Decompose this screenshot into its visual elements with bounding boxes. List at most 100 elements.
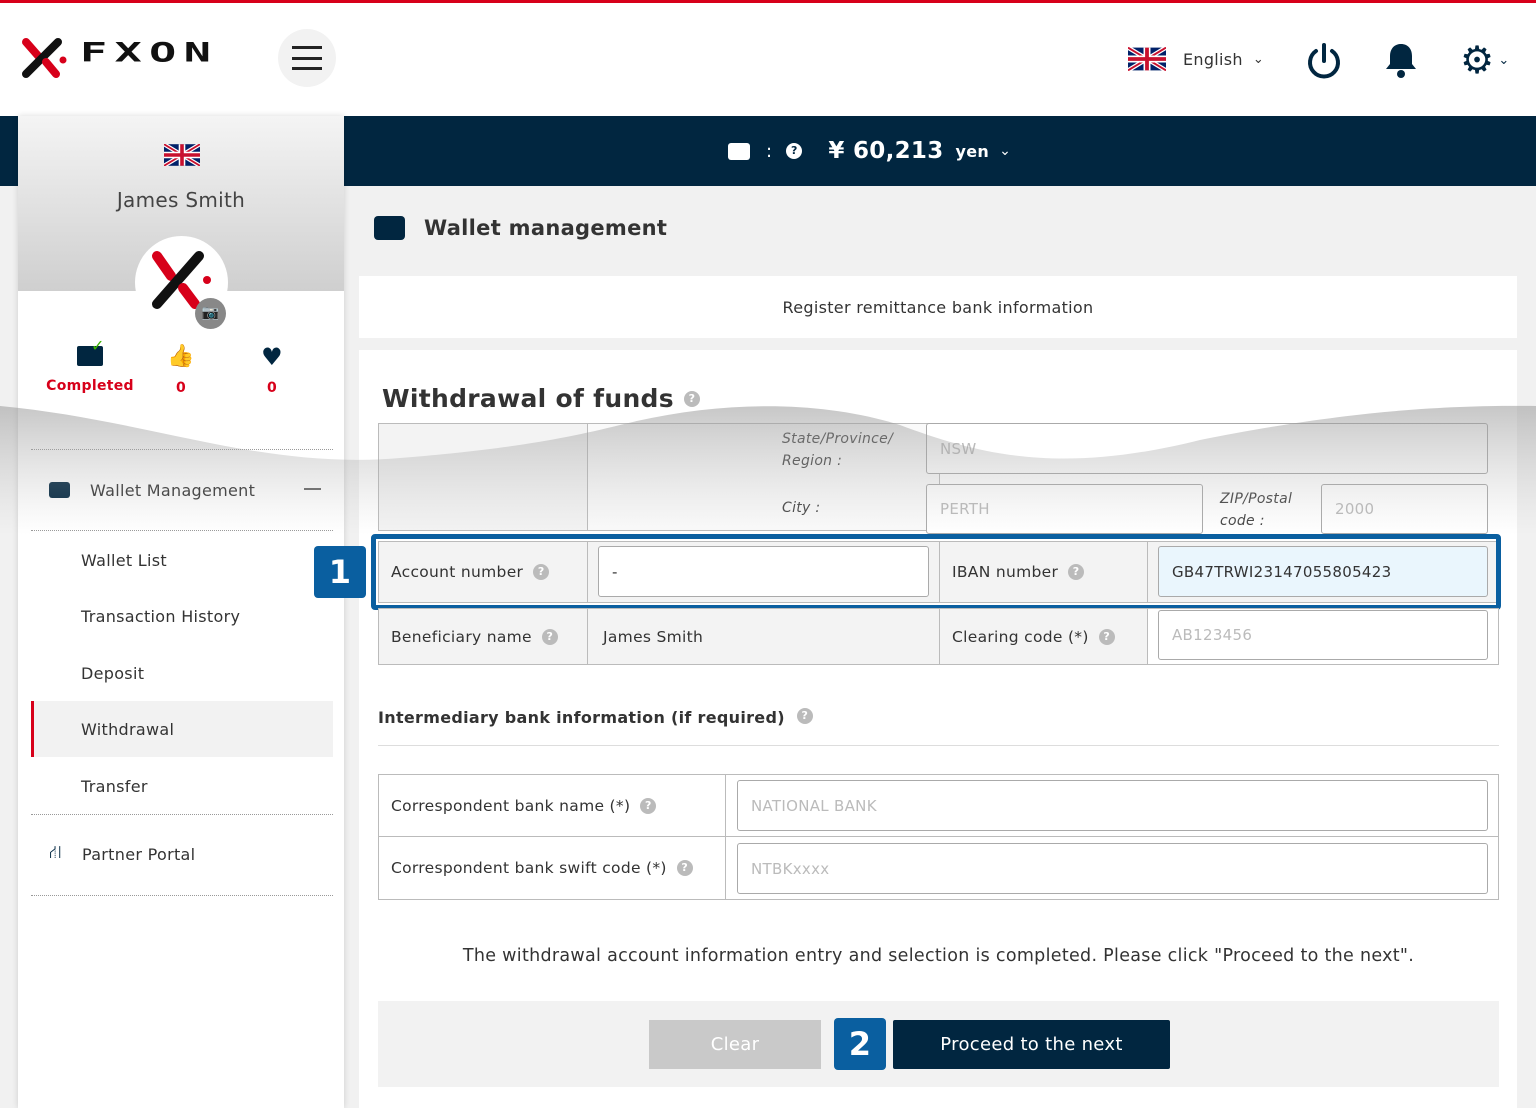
chevron-down-icon: ⌄ [1498, 52, 1510, 68]
menu-button[interactable] [278, 29, 336, 87]
page-title: Wallet management [374, 216, 667, 240]
chevron-down-icon: ⌄ [999, 143, 1012, 159]
zip-input[interactable]: 2000 [1321, 484, 1488, 534]
help-icon: ? [786, 143, 803, 159]
beneficiary-value: James Smith [587, 608, 940, 665]
id-card-check-icon: ✓ [77, 336, 104, 366]
sidebar-section-label: Wallet Management [90, 480, 256, 500]
sidebar-item-label: Deposit [81, 663, 145, 683]
label-text: Clearing code (*) [952, 627, 1089, 646]
sidebar-item-wallet-list[interactable]: Wallet List [31, 542, 333, 578]
sidebar-wallet-management[interactable]: Wallet Management [31, 472, 333, 508]
help-icon[interactable]: ? [541, 628, 558, 645]
sidebar-item-label: Transaction History [81, 606, 241, 626]
clearing-placeholder: AB123456 [1172, 626, 1253, 644]
city-input[interactable]: PERTH [926, 484, 1203, 534]
clearing-code-input[interactable]: AB123456 [1158, 610, 1488, 660]
beneficiary-text: James Smith [603, 627, 704, 646]
zip-value: 2000 [1335, 500, 1375, 518]
clear-button[interactable]: Clear [649, 1020, 821, 1069]
menu-icon [292, 46, 322, 70]
sidebar-item-label: Transfer [81, 776, 148, 796]
label-text: Beneficiary name [391, 627, 532, 646]
favorites-stat: ♥ 0 [239, 343, 305, 396]
bank-name-input[interactable]: NATIONAL BANK [737, 780, 1488, 831]
clearing-code-label: Clearing code (*)? [939, 608, 1148, 665]
chevron-down-icon: ⌄ [1252, 51, 1265, 67]
favorites-count: 0 [266, 380, 278, 396]
likes-count: 0 [175, 380, 187, 396]
sidebar-item-label: Partner Portal [81, 844, 196, 864]
step-badge-2: 2 [834, 1018, 886, 1070]
page-title-text: Wallet management [424, 216, 668, 240]
sidebar-item-label: Withdrawal [81, 719, 175, 739]
intermediary-title-text: Intermediary bank information (if requir… [378, 708, 785, 727]
beneficiary-label: Beneficiary name? [378, 608, 588, 665]
section-title: Withdrawal of funds? [382, 384, 700, 413]
proceed-button[interactable]: Proceed to the next [893, 1020, 1170, 1069]
status-completed: Completed [46, 378, 134, 394]
state-label: State/Province/ Region : [782, 431, 894, 469]
wallet-icon [49, 482, 70, 498]
balance-separator: : [766, 140, 773, 162]
intermediary-title: Intermediary bank information (if requir… [378, 708, 1499, 746]
sidebar-partner-portal[interactable]: ⛙ Partner Portal [31, 836, 333, 872]
likes-stat: 👍 0 [148, 344, 214, 397]
balance-unit: yen [955, 141, 990, 161]
section-title-text: Withdrawal of funds [382, 384, 674, 413]
balance-display[interactable]: : ? ¥ 60,213 yen ⌄ [728, 138, 1011, 164]
swift-input[interactable]: NTBKxxxx [737, 843, 1488, 894]
zip-label: ZIP/Postal code : [1220, 491, 1293, 529]
label-text: Correspondent bank swift code (*) [391, 859, 667, 877]
wallet-icon [374, 216, 405, 240]
settings-button[interactable]: ⚙ ⌄ [1460, 41, 1510, 79]
sidebar-item-label: Wallet List [81, 550, 167, 570]
sidebar-item-withdrawal[interactable]: Withdrawal [31, 701, 333, 757]
sitemap-icon: ⛙ [49, 842, 62, 863]
fxon-logo-mark [22, 38, 67, 78]
state-input[interactable]: NSW [926, 423, 1488, 474]
sidebar-item-transfer[interactable]: Transfer [31, 768, 333, 804]
swift-placeholder: NTBKxxxx [751, 859, 830, 878]
bank-name-placeholder: NATIONAL BANK [751, 796, 877, 815]
language-label: English [1183, 49, 1243, 69]
balance-amount: ¥ 60,213 [828, 138, 944, 164]
step-badge-1: 1 [314, 546, 366, 598]
table-cell-empty [378, 423, 588, 531]
power-icon[interactable] [1306, 41, 1342, 81]
highlight-box [371, 534, 1501, 610]
help-icon[interactable]: ? [1098, 628, 1115, 645]
help-icon[interactable]: ? [640, 797, 657, 814]
subtab-label: Register remittance bank information [782, 297, 1094, 317]
language-selector[interactable]: English ⌄ [1128, 47, 1264, 71]
bank-name-label: Correspondent bank name (*)? [378, 774, 726, 837]
verification-status: ✓ Completed [40, 336, 140, 394]
subtab-register-bank[interactable]: Register remittance bank information [359, 276, 1517, 338]
avatar[interactable]: 📷 [135, 236, 228, 329]
heart-icon: ♥ [261, 343, 283, 371]
state-value: NSW [940, 439, 977, 458]
city-value: PERTH [940, 500, 990, 518]
camera-icon[interactable]: 📷 [195, 298, 226, 329]
fxon-logo[interactable]: FXON [18, 36, 238, 81]
swift-label: Correspondent bank swift code (*)? [378, 836, 726, 900]
sidebar-item-transaction-history[interactable]: Transaction History [31, 598, 333, 634]
brand-wordmark: FXON [80, 37, 219, 68]
collapse-icon[interactable] [304, 488, 321, 490]
help-icon[interactable]: ? [676, 860, 693, 876]
bell-icon[interactable] [1384, 41, 1418, 79]
uk-flag-icon [164, 144, 200, 166]
wallet-icon [728, 142, 750, 160]
city-label: City : [782, 500, 821, 516]
help-icon[interactable]: ? [683, 390, 700, 407]
profile-name: James Smith [116, 188, 246, 212]
thumbs-up-icon: 👍 [167, 344, 195, 369]
uk-flag-icon [1128, 47, 1166, 71]
sidebar-item-deposit[interactable]: Deposit [31, 655, 333, 691]
completion-message: The withdrawal account information entry… [462, 946, 1415, 966]
header: FXON English ⌄ ⚙ ⌄ [0, 3, 1536, 116]
help-icon[interactable]: ? [796, 708, 813, 724]
label-text: Correspondent bank name (*) [391, 796, 631, 815]
gear-icon: ⚙ [1460, 38, 1495, 82]
sidebar: James Smith 📷 ✓ Completed 👍 0 ♥ 0 Wallet… [18, 116, 344, 1108]
